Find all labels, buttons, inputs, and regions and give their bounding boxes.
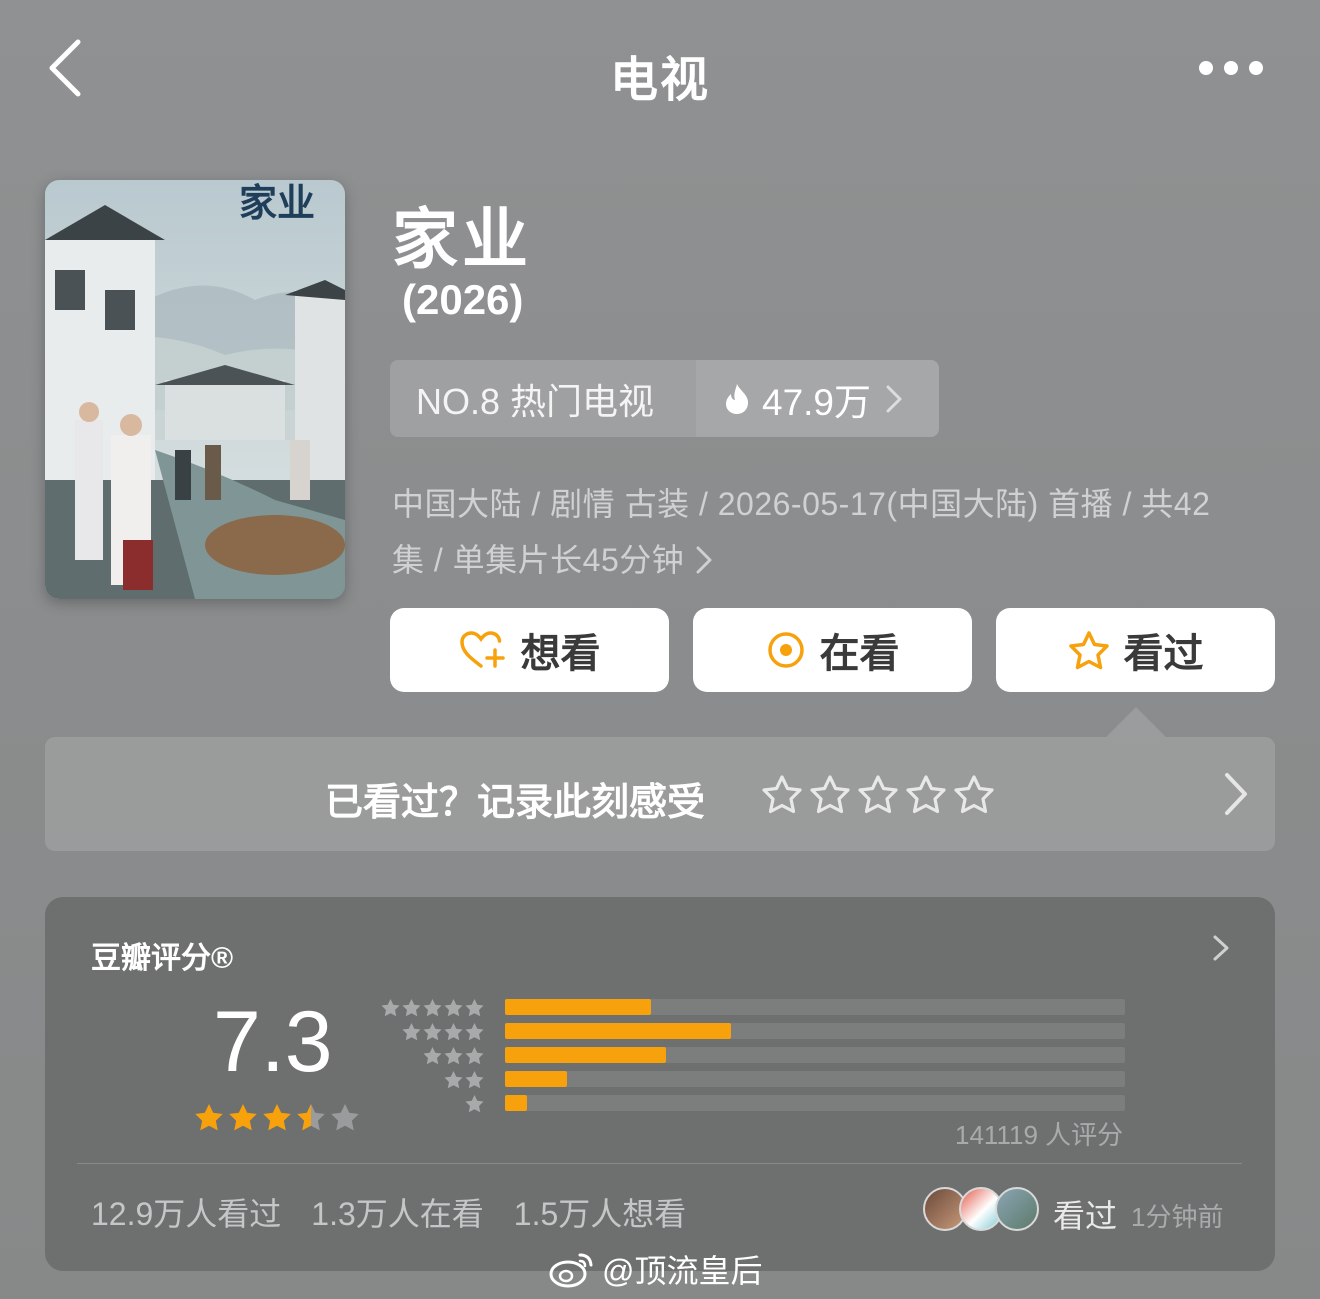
distribution-track xyxy=(505,1023,1125,1039)
distribution-star xyxy=(402,1023,421,1041)
score-star-4 xyxy=(297,1104,325,1131)
distribution-star xyxy=(423,1047,442,1065)
distribution-star xyxy=(465,1023,484,1041)
rate-stars[interactable] xyxy=(761,773,995,815)
score-star-5 xyxy=(331,1104,359,1131)
heart-plus-icon xyxy=(459,631,505,668)
watermark-text: @顶流皇后 xyxy=(602,1253,763,1289)
distribution-bar xyxy=(505,1095,527,1111)
distribution-star xyxy=(465,1071,484,1089)
watching-button[interactable]: 在看 xyxy=(693,608,972,692)
distribution-star xyxy=(444,1023,463,1041)
rate-prompt-text: 已看过？记录此刻感受 xyxy=(325,782,706,824)
rank-box: NO.8 热门电视 47.9万 xyxy=(390,360,939,437)
douban-score-card: 豆瓣评分® 7.3 141119 人评分 12.9万人看过 1.3万人在看 1.… xyxy=(45,897,1275,1271)
friend-activity-time: 1分钟前 xyxy=(1131,1202,1224,1232)
distribution-star xyxy=(423,1023,442,1041)
distribution-star xyxy=(402,999,421,1017)
rate-pointer xyxy=(1106,707,1166,737)
want-label: 想看 xyxy=(520,632,601,676)
distribution-row-4 xyxy=(375,1021,1135,1045)
target-icon xyxy=(767,632,804,668)
score-star-2 xyxy=(229,1104,257,1131)
distribution-bar xyxy=(505,999,651,1015)
watched-button[interactable]: 看过 xyxy=(996,608,1275,692)
poster-art: 家业 xyxy=(45,180,345,599)
heat-button[interactable]: 47.9万 xyxy=(696,360,939,437)
rank-label[interactable]: NO.8 热门电视 xyxy=(390,360,696,437)
vote-count: 141119 人评分 xyxy=(955,1120,1124,1150)
distribution-track xyxy=(505,1095,1125,1111)
stat-want[interactable]: 1.5万人想看 xyxy=(514,1189,687,1235)
rate-star-1[interactable] xyxy=(761,773,803,815)
want-button[interactable]: 想看 xyxy=(390,608,669,692)
meta-line-2: 集 / 单集片长45分钟 xyxy=(392,542,685,578)
distribution-track xyxy=(505,1071,1125,1087)
show-meta[interactable]: 中国大陆 / 剧情 古装 / 2026-05-17(中国大陆) 首播 / 共42… xyxy=(392,476,1272,588)
distribution-star xyxy=(444,1071,463,1089)
score-star-3 xyxy=(263,1104,291,1131)
friend-avatars[interactable] xyxy=(923,1187,1039,1231)
distribution-stars xyxy=(443,1069,485,1090)
poster-image[interactable]: 家业 xyxy=(45,180,345,599)
rate-prompt-panel[interactable]: 已看过？记录此刻感受 xyxy=(45,737,1275,851)
distribution-star xyxy=(381,999,400,1017)
distribution-row-5 xyxy=(375,997,1135,1021)
divider xyxy=(77,1163,1242,1164)
douban-score-title: 豆瓣评分® xyxy=(91,942,234,975)
meta-line-2-row: 集 / 单集片长45分钟 xyxy=(392,532,1272,588)
friend-activity-text: 看过 xyxy=(1053,1198,1118,1234)
distribution-track xyxy=(505,1047,1125,1063)
rate-star-4[interactable] xyxy=(905,773,947,815)
distribution-star xyxy=(465,1095,484,1113)
watched-label: 看过 xyxy=(1123,632,1204,676)
show-year: (2026) xyxy=(402,276,524,323)
stat-watched[interactable]: 12.9万人看过 xyxy=(91,1189,281,1235)
distribution-stars xyxy=(380,997,485,1018)
score-stars xyxy=(193,1101,361,1133)
distribution-row-2 xyxy=(375,1069,1135,1093)
distribution-star xyxy=(444,999,463,1017)
stat-watching[interactable]: 1.3万人在看 xyxy=(311,1189,484,1235)
rate-star-2[interactable] xyxy=(809,773,851,815)
distribution-bar xyxy=(505,1047,667,1063)
avatar[interactable] xyxy=(995,1187,1039,1231)
page-title: 电视 xyxy=(609,54,710,107)
distribution-row-1 xyxy=(375,1093,1135,1117)
distribution-stars xyxy=(401,1021,485,1042)
rate-star-3[interactable] xyxy=(857,773,899,815)
watching-label: 在看 xyxy=(819,632,900,676)
distribution-track xyxy=(505,999,1125,1015)
distribution-stars xyxy=(422,1045,485,1066)
distribution-star xyxy=(444,1047,463,1065)
chevron-right-icon xyxy=(886,385,902,412)
nav-bar: 电视 xyxy=(0,0,1320,140)
meta-line-1: 中国大陆 / 剧情 古装 / 2026-05-17(中国大陆) 首播 / 共42 xyxy=(392,486,1211,522)
flame-icon xyxy=(726,383,749,414)
distribution-star xyxy=(465,1047,484,1065)
distribution-bar xyxy=(505,1071,567,1087)
watermark: @顶流皇后 xyxy=(548,1246,763,1292)
score-star-1 xyxy=(195,1104,223,1131)
rate-star-5[interactable] xyxy=(953,773,995,815)
distribution-row-3 xyxy=(375,1045,1135,1069)
show-title: 家业 xyxy=(392,202,532,276)
stats-row: 12.9万人看过 1.3万人在看 1.5万人想看 xyxy=(91,1189,686,1235)
distribution-star xyxy=(465,999,484,1017)
distribution-stars xyxy=(464,1093,485,1114)
weibo-icon xyxy=(549,1253,593,1288)
heat-value: 47.9万 xyxy=(762,381,872,423)
distribution-bar xyxy=(505,1023,732,1039)
more-icon[interactable] xyxy=(1196,56,1266,80)
chevron-right-icon xyxy=(696,546,712,574)
poster-title: 家业 xyxy=(239,180,315,225)
distribution-star xyxy=(423,999,442,1017)
chevron-right-icon xyxy=(1225,773,1247,815)
douban-score-value: 7.3 xyxy=(213,994,333,1090)
star-icon xyxy=(1068,631,1109,670)
chevron-right-icon[interactable] xyxy=(1211,933,1231,963)
